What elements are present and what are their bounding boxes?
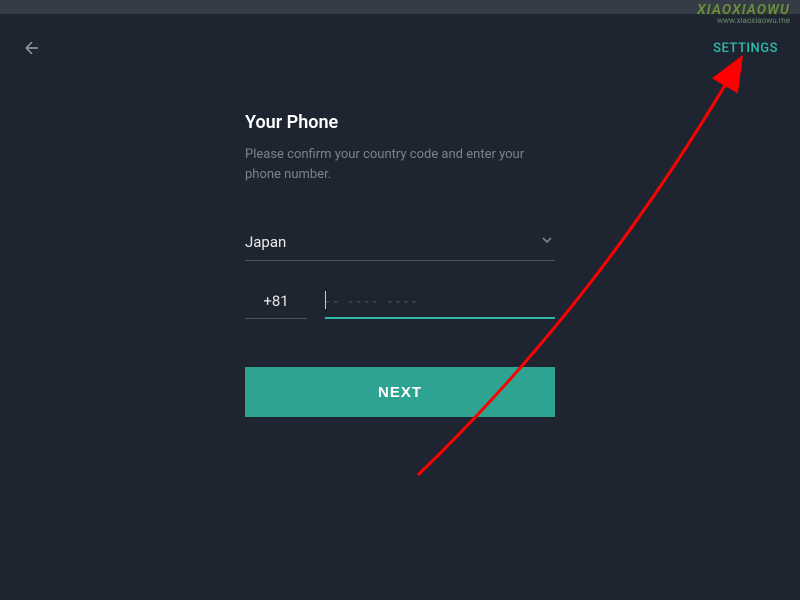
watermark: XIAOXIAOWU www.xiaoxiaowu.me xyxy=(697,2,790,25)
country-code-field[interactable]: +81 xyxy=(245,292,307,319)
phone-input[interactable] xyxy=(325,293,555,310)
phone-form: Your Phone Please confirm your country c… xyxy=(245,112,555,417)
country-select[interactable]: Japan xyxy=(245,232,555,261)
header: SETTINGS xyxy=(0,14,800,68)
window-titlebar xyxy=(0,0,800,14)
next-button[interactable]: NEXT xyxy=(245,367,555,417)
back-button[interactable] xyxy=(22,38,42,58)
page-title: Your Phone xyxy=(245,112,555,133)
settings-link[interactable]: SETTINGS xyxy=(713,41,778,56)
country-value: Japan xyxy=(245,233,286,251)
phone-input-wrap xyxy=(325,291,555,319)
chevron-down-icon xyxy=(539,232,555,252)
phone-row: +81 xyxy=(245,291,555,319)
arrow-left-icon xyxy=(22,38,42,58)
page-subtitle: Please confirm your country code and ent… xyxy=(245,145,555,184)
text-cursor xyxy=(325,291,326,309)
